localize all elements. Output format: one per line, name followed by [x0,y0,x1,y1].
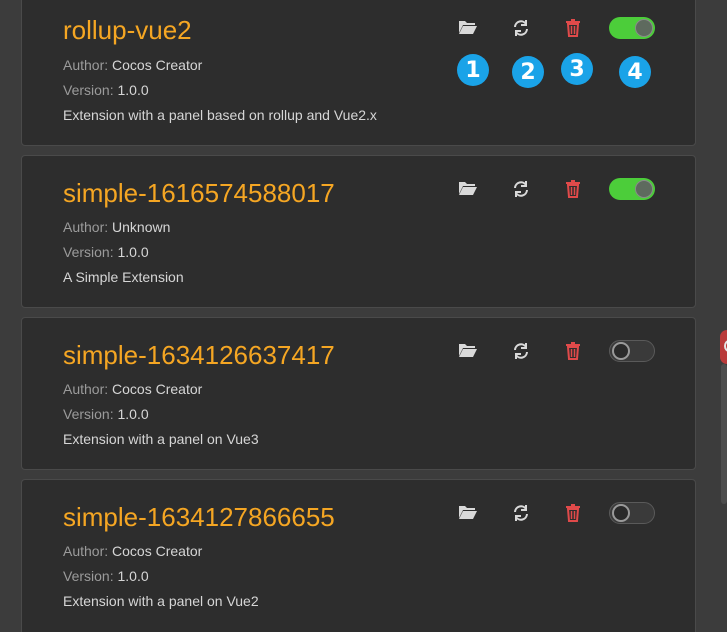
author-label: Author: [63,219,109,235]
refresh-icon [514,181,528,197]
extension-author: Author: Unknown [63,218,170,236]
extension-version: Version: 1.0.0 [63,81,149,99]
folder-open-icon [459,506,477,519]
enable-toggle[interactable] [609,178,655,200]
trash-icon [566,19,580,37]
author-value: Cocos Creator [112,57,203,73]
extension-card: simple-1634126637417 Author: Cocos Creat… [21,317,696,470]
author-label: Author: [63,543,109,559]
extension-description: Extension with a panel on Vue3 [63,431,259,447]
refresh-icon [514,343,528,359]
version-label: Version: [63,406,114,422]
version-value: 1.0.0 [117,406,149,422]
delete-button[interactable] [561,339,585,363]
enable-toggle[interactable] [609,340,655,362]
open-folder-button[interactable] [456,176,480,200]
refresh-icon [514,20,528,36]
trash-icon [566,342,580,360]
extension-name: simple-1634126637417 [63,340,335,370]
extension-description: Extension with a panel based on rollup a… [63,107,377,123]
toggle-knob [612,504,630,522]
annotation-badge-1: 1 [457,54,489,86]
enable-toggle[interactable] [609,502,655,524]
extension-author: Author: Cocos Creator [63,542,202,560]
toggle-knob [612,342,630,360]
reload-button[interactable] [509,177,533,201]
version-label: Version: [63,568,114,584]
extension-version: Version: 1.0.0 [63,405,149,423]
extension-author: Author: Cocos Creator [63,56,202,74]
extension-name: simple-1616574588017 [63,178,335,208]
author-value: Cocos Creator [112,381,203,397]
open-folder-button[interactable] [456,15,480,39]
extension-version: Version: 1.0.0 [63,567,149,585]
toggle-knob [635,19,653,37]
author-value: Cocos Creator [112,543,203,559]
reload-button[interactable] [509,16,533,40]
delete-button[interactable] [561,501,585,525]
open-folder-button[interactable] [456,338,480,362]
vertical-scrollbar[interactable] [721,364,727,504]
extension-description: A Simple Extension [63,269,184,285]
extension-name: simple-1634127866655 [63,502,335,532]
version-label: Version: [63,244,114,260]
author-label: Author: [63,57,109,73]
extension-card: simple-1634127866655 Author: Cocos Creat… [21,479,696,632]
delete-button[interactable] [561,177,585,201]
extension-description: Extension with a panel on Vue2 [63,593,259,609]
annotation-badge-3: 3 [561,53,593,85]
version-value: 1.0.0 [117,244,149,260]
extension-card: simple-1616574588017 Author: Unknown Ver… [21,155,696,308]
folder-open-icon [459,21,477,34]
trash-icon [566,504,580,522]
version-value: 1.0.0 [117,568,149,584]
delete-button[interactable] [561,16,585,40]
trash-icon [566,180,580,198]
enable-toggle[interactable] [609,17,655,39]
version-value: 1.0.0 [117,82,149,98]
refresh-icon [514,505,528,521]
extension-author: Author: Cocos Creator [63,380,202,398]
annotation-badge-2: 2 [512,56,544,88]
author-label: Author: [63,381,109,397]
extension-name: rollup-vue2 [63,15,192,45]
folder-open-icon [459,182,477,195]
open-folder-button[interactable] [456,500,480,524]
folder-open-icon [459,344,477,357]
extension-manager-panel: rollup-vue2 Author: Cocos Creator Versio… [0,0,727,632]
version-label: Version: [63,82,114,98]
extension-card: rollup-vue2 Author: Cocos Creator Versio… [21,0,696,146]
reload-button[interactable] [509,339,533,363]
author-value: Unknown [112,219,171,235]
toggle-knob [635,180,653,198]
side-panel-tab[interactable] [720,330,727,364]
reload-button[interactable] [509,501,533,525]
extension-version: Version: 1.0.0 [63,243,149,261]
annotation-badge-4: 4 [619,56,651,88]
